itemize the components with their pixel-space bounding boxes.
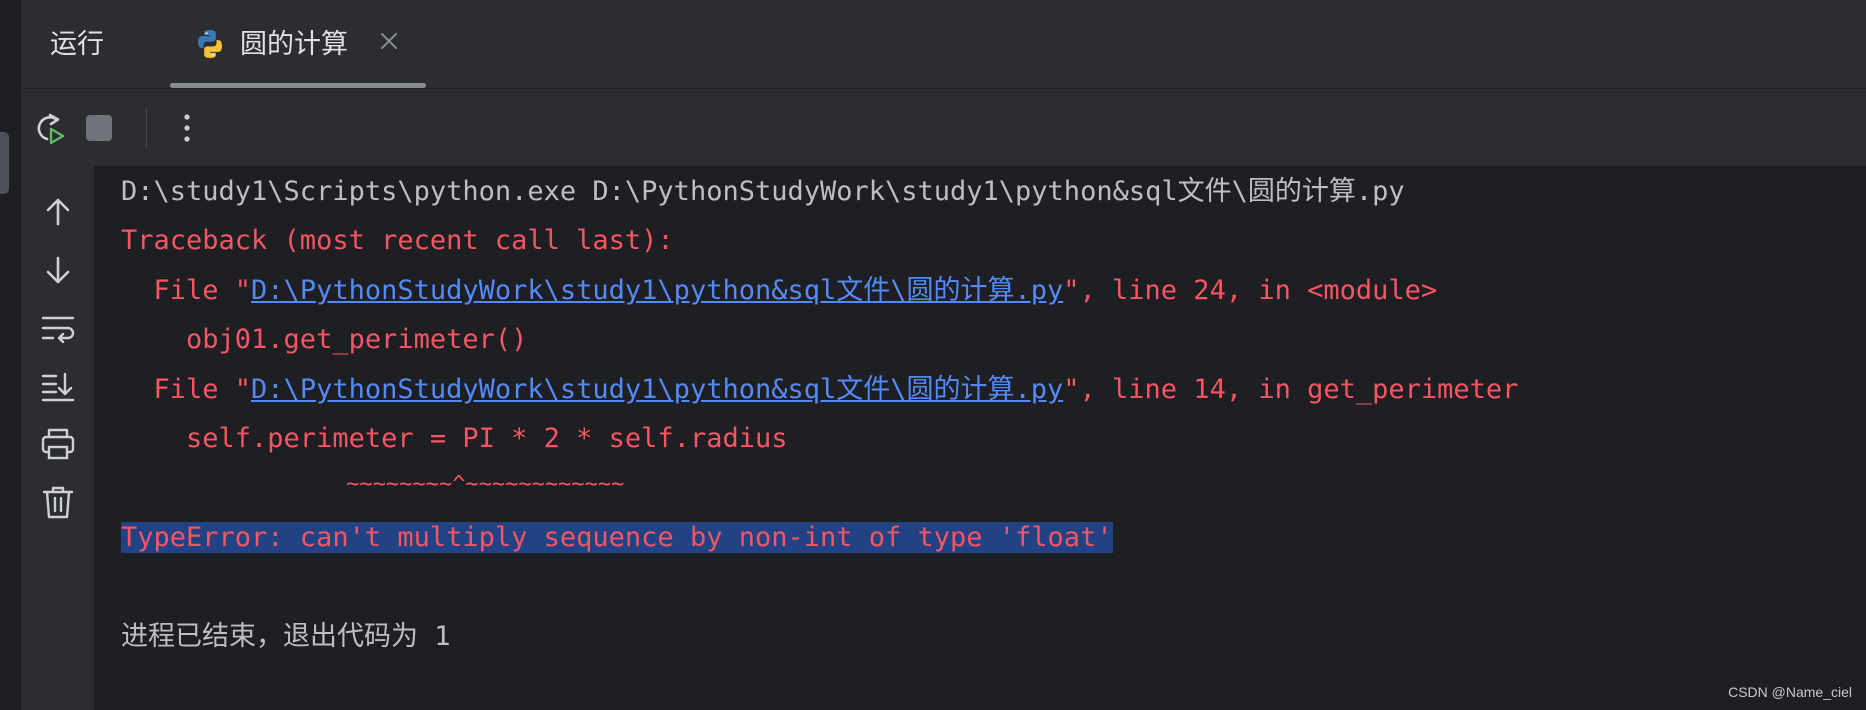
arrow-down-icon[interactable] (40, 252, 76, 288)
resize-handle[interactable] (0, 132, 9, 194)
error-message-line: TypeError: can't multiply sequence by no… (121, 518, 1113, 558)
active-tab-indicator (170, 83, 426, 88)
tool-window-title: 运行 (50, 29, 104, 60)
run-tool-window: 运行 圆的计算 D:\study1\Scripts\python.exe D:\… (0, 0, 1866, 710)
traceback-header: Traceback (most recent call last): (121, 225, 674, 256)
exit-message: 进程已结束，退出代码为 1 (121, 621, 451, 652)
frame-prefix: File " (121, 275, 252, 306)
frame-prefix: File " (121, 374, 252, 405)
frame-suffix: ", line 14, in get_perimeter (1063, 374, 1519, 405)
traceback-frame-1: File "D:\PythonStudyWork\study1\python&s… (121, 271, 1438, 311)
traceback-code-2: self.perimeter = PI * 2 * self.radius (121, 423, 788, 454)
frame-suffix: ", line 24, in <module> (1063, 275, 1438, 306)
file-link[interactable]: D:\PythonStudyWork\study1\python&sql文件\圆… (251, 275, 1063, 306)
rerun-icon[interactable] (30, 109, 68, 147)
python-icon (194, 28, 226, 60)
print-icon[interactable] (40, 426, 76, 462)
traceback-code-1: obj01.get_perimeter() (121, 324, 528, 355)
left-edge-strip (0, 0, 22, 710)
close-icon[interactable] (378, 30, 400, 52)
trash-icon[interactable] (40, 484, 76, 520)
console-actions-gutter (22, 166, 94, 710)
run-toolbar (22, 89, 1866, 166)
tab-title: 圆的计算 (240, 29, 348, 60)
command-line: D:\study1\Scripts\python.exe D:\PythonSt… (121, 176, 1405, 207)
arrow-up-icon[interactable] (40, 194, 76, 230)
watermark: CSDN @Name_ciel (1728, 684, 1852, 700)
traceback-frame-2: File "D:\PythonStudyWork\study1\python&s… (121, 370, 1519, 410)
stop-icon[interactable] (80, 109, 118, 147)
tab-circle-calc[interactable]: 圆的计算 (170, 0, 426, 88)
console-output[interactable]: D:\study1\Scripts\python.exe D:\PythonSt… (95, 166, 1866, 710)
file-link[interactable]: D:\PythonStudyWork\study1\python&sql文件\圆… (251, 374, 1063, 405)
toolbar-separator (146, 107, 147, 149)
selected-error-text[interactable]: TypeError: can't multiply sequence by no… (121, 522, 1113, 553)
soft-wrap-icon[interactable] (40, 310, 76, 346)
more-icon[interactable] (168, 109, 206, 147)
scroll-to-end-icon[interactable] (40, 368, 76, 404)
tab-bar: 运行 圆的计算 (22, 0, 1866, 89)
error-marker-line: ~~~~~~~~^~~~~~~~~~~~~ (121, 472, 625, 497)
